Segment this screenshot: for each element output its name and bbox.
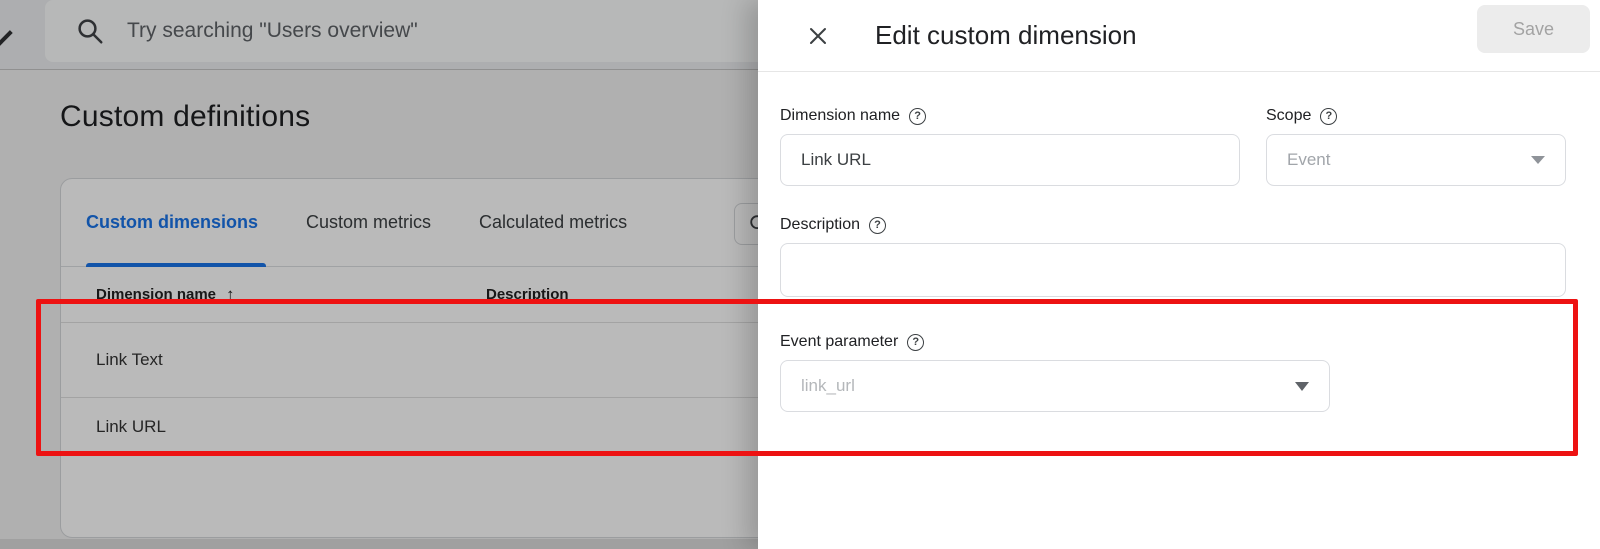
dimension-name-input-box	[780, 134, 1240, 186]
dimension-name-label-row: Dimension name ?	[780, 106, 1240, 126]
help-icon[interactable]: ?	[1320, 107, 1338, 125]
event-parameter-label-row: Event parameter ?	[780, 332, 1566, 352]
description-label-row: Description ?	[780, 215, 1566, 235]
dimension-name-input[interactable]	[781, 135, 1239, 185]
description-field-group: Description ?	[780, 215, 1566, 302]
event-parameter-value: link_url	[801, 376, 855, 395]
help-icon[interactable]: ?	[907, 333, 925, 351]
scope-field-group: Scope ? Event	[1266, 106, 1566, 186]
scope-value: Event	[1287, 150, 1331, 169]
panel-title: Edit custom dimension	[875, 20, 1137, 50]
dropdown-arrow-icon	[1295, 382, 1309, 391]
event-parameter-label: Event parameter	[780, 333, 899, 350]
panel-content: Dimension name ? Scope ? Event	[758, 72, 1600, 412]
help-icon[interactable]: ?	[869, 216, 887, 234]
dropdown-arrow-icon	[1531, 156, 1545, 164]
scope-label: Scope	[1266, 107, 1312, 124]
scope-select[interactable]: Event	[1266, 134, 1566, 186]
description-textarea[interactable]	[780, 243, 1566, 297]
dimension-name-label: Dimension name	[780, 107, 901, 124]
description-label: Description	[780, 216, 861, 233]
panel-header: Edit custom dimension Save	[758, 0, 1600, 72]
close-icon[interactable]	[803, 21, 833, 51]
modal-scrim[interactable]	[0, 0, 758, 549]
form-row: Dimension name ? Scope ? Event	[780, 106, 1566, 186]
save-button[interactable]: Save	[1477, 5, 1590, 53]
event-parameter-field-group: Event parameter ? link_url	[780, 332, 1566, 412]
edit-dimension-panel: Edit custom dimension Save Dimension nam…	[758, 0, 1600, 549]
dimension-name-field-group: Dimension name ?	[780, 106, 1240, 186]
screen: Custom definitions Custom dimensions Cus…	[0, 0, 1600, 549]
help-icon[interactable]: ?	[909, 107, 927, 125]
scope-label-row: Scope ?	[1266, 106, 1566, 126]
event-parameter-select[interactable]: link_url	[780, 360, 1330, 412]
